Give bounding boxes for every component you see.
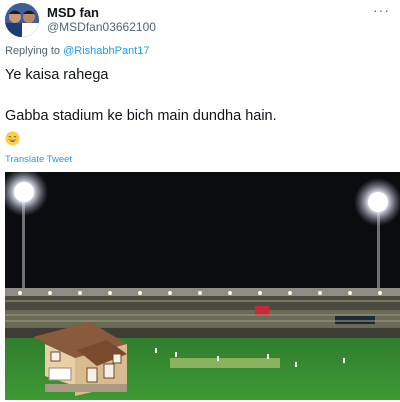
translate-tweet-link[interactable]: Translate Tweet bbox=[5, 154, 72, 165]
replying-to-link[interactable]: @RishabhPant17 bbox=[63, 45, 149, 57]
display-name[interactable]: MSD fan bbox=[47, 5, 99, 20]
replying-to: Replying to @RishabhPant17 bbox=[5, 45, 150, 57]
stadium-photo bbox=[5, 172, 400, 400]
avatar-image bbox=[5, 3, 39, 37]
tweet-text-line-2: Gabba stadium ke bich main dundha hain. bbox=[5, 108, 277, 124]
more-dots-icon[interactable]: ··· bbox=[373, 2, 390, 18]
replying-prefix: Replying to bbox=[5, 45, 61, 57]
grinning-face-emoji bbox=[5, 131, 20, 146]
tweet-photo[interactable] bbox=[5, 172, 400, 400]
tweet-text-line-1: Ye kaisa rahega bbox=[5, 67, 109, 83]
user-handle[interactable]: @MSDfan03662100 bbox=[47, 20, 156, 34]
avatar[interactable] bbox=[5, 3, 39, 37]
